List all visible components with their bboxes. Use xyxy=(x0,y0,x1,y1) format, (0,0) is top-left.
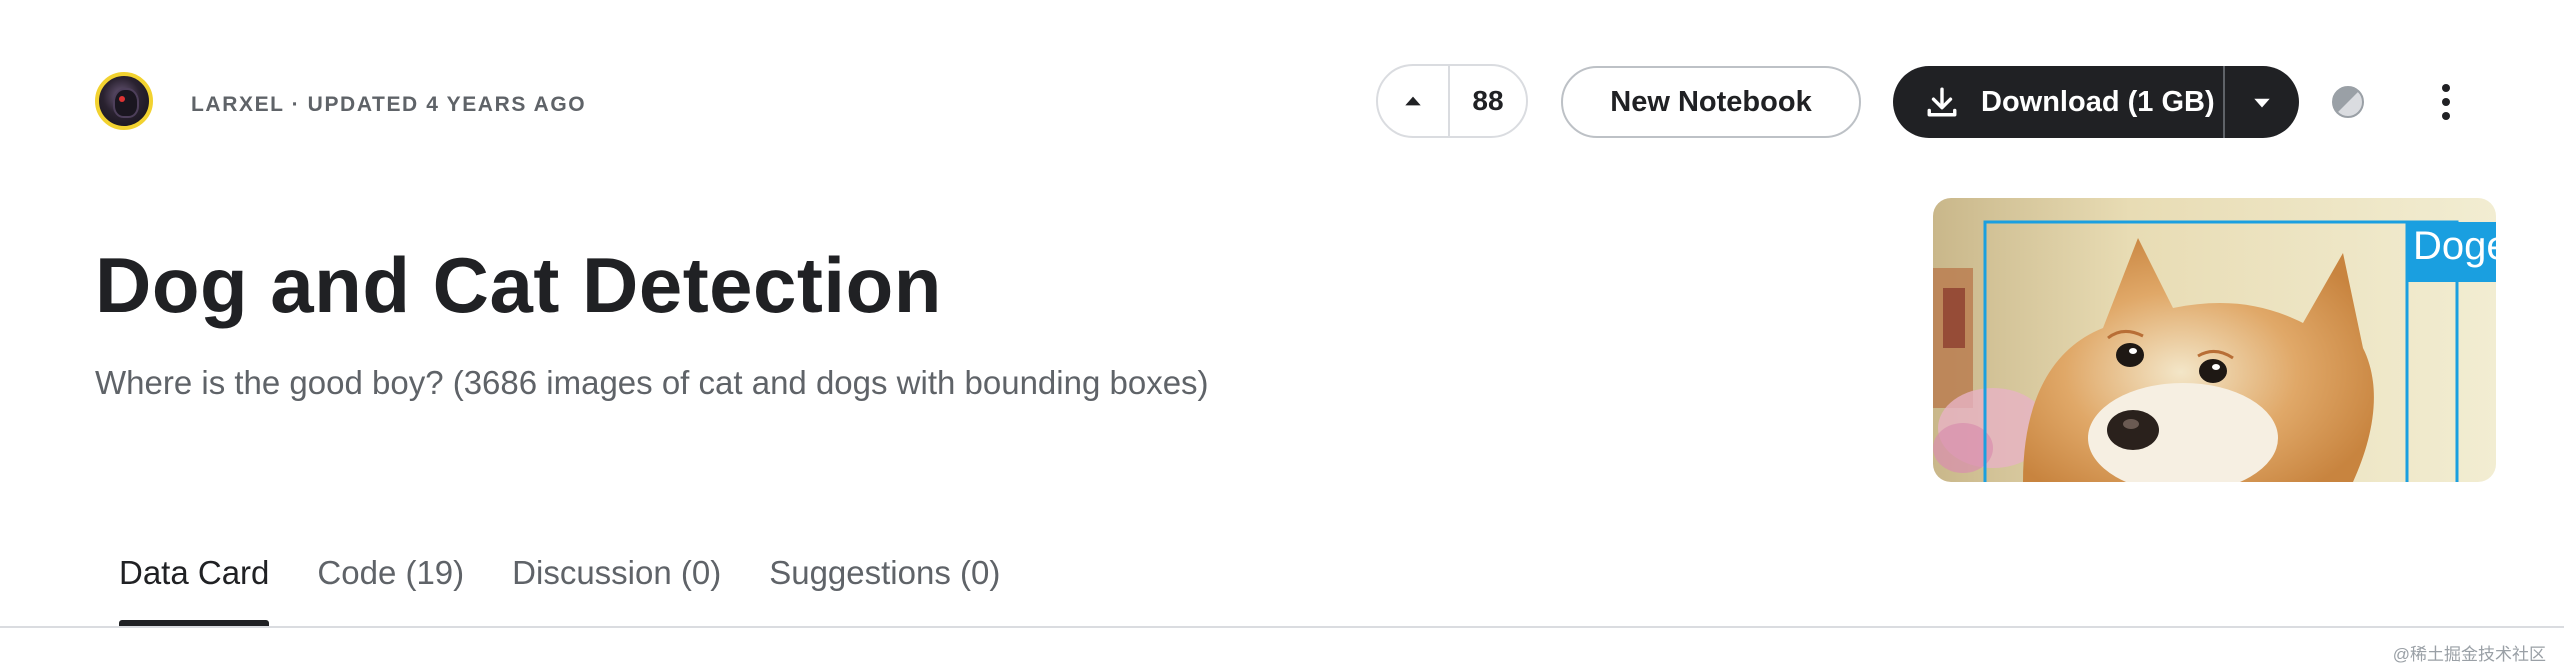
triangle-up-icon xyxy=(1405,96,1421,106)
avatar-face xyxy=(113,88,139,118)
upvote-button[interactable]: 88 xyxy=(1376,64,1528,138)
avatar[interactable] xyxy=(95,72,153,130)
dataset-tabs: Data Card Code (19) Discussion (0) Sugge… xyxy=(119,554,1000,626)
kebab-menu-icon[interactable] xyxy=(2432,80,2460,124)
tab-discussion[interactable]: Discussion (0) xyxy=(512,554,721,592)
download-button[interactable]: Download (1 GB) xyxy=(1893,66,2225,138)
caret-down-icon xyxy=(2254,98,2270,108)
download-options-button[interactable] xyxy=(2225,66,2299,138)
vote-count: 88 xyxy=(1472,85,1504,116)
tabs-divider xyxy=(0,626,2564,628)
dataset-title: Dog and Cat Detection xyxy=(95,241,942,329)
author-updated-meta[interactable]: LARXEL · UPDATED 4 YEARS AGO xyxy=(191,93,586,117)
download-label: Download (1 GB) xyxy=(1981,85,2215,118)
download-button-group[interactable]: Download (1 GB) xyxy=(1893,66,2299,138)
tab-code[interactable]: Code (19) xyxy=(317,554,464,592)
new-notebook-button[interactable]: New Notebook xyxy=(1561,66,1861,138)
tab-data-card[interactable]: Data Card xyxy=(119,554,270,626)
bbox-label: Doge xyxy=(2413,224,2509,268)
dataset-subtitle: Where is the good boy? (3686 images of c… xyxy=(95,364,1209,401)
avatar-accent xyxy=(119,96,125,102)
download-icon xyxy=(1927,87,1957,117)
tab-suggestions[interactable]: Suggestions (0) xyxy=(769,554,1000,592)
upvote-arrow[interactable] xyxy=(1378,66,1450,136)
watermark-text: @稀土掘金技术社区 xyxy=(2392,645,2546,664)
dataset-cover-image xyxy=(1933,198,2496,482)
theme-toggle-icon[interactable] xyxy=(2330,84,2366,120)
